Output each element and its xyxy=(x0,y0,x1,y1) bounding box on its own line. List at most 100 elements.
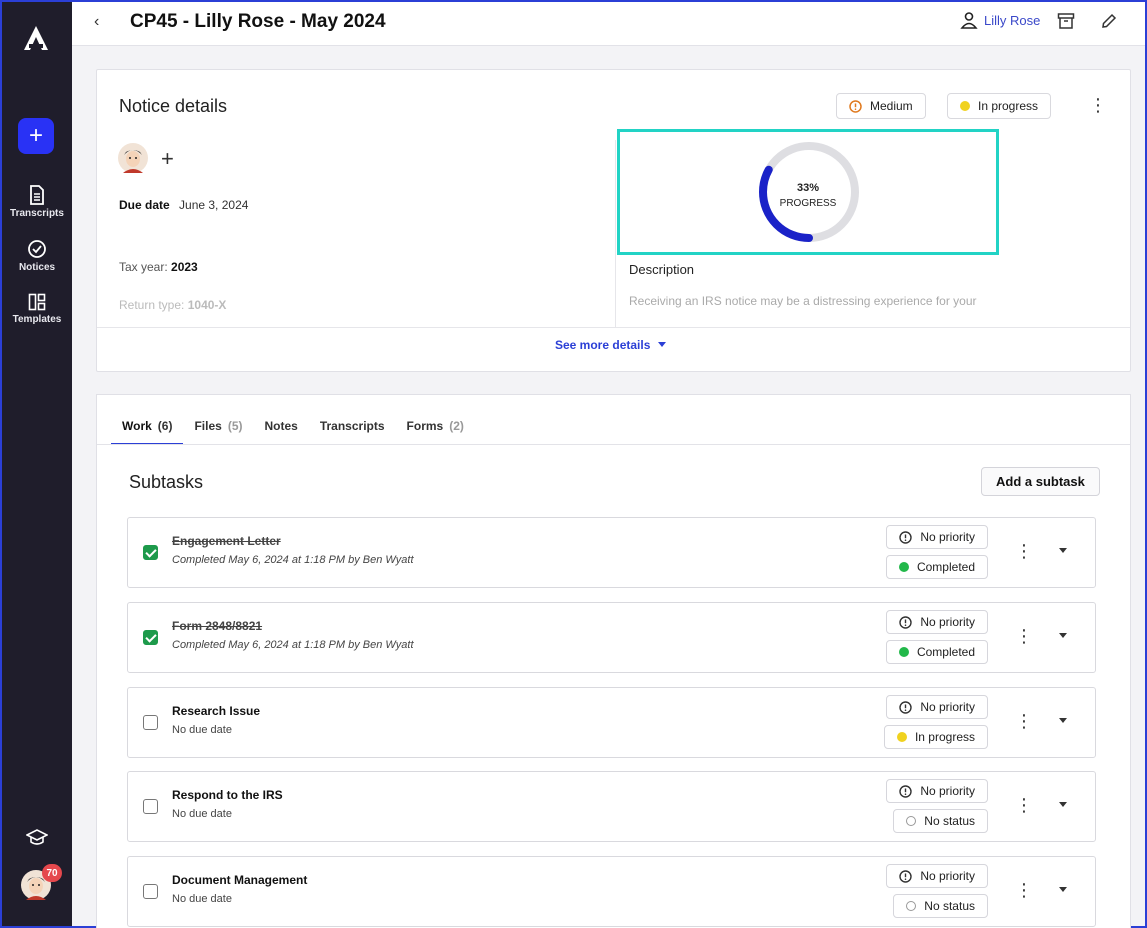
tab-count: (2) xyxy=(449,419,464,433)
tab-label: Files xyxy=(194,419,222,433)
subtask-row[interactable]: Document Management No due date No prior… xyxy=(127,856,1096,927)
sidebar-item-notices[interactable]: Notices xyxy=(2,239,72,273)
tab-label: Forms xyxy=(406,419,444,433)
return-type-value: 1040-X xyxy=(187,298,227,312)
tab-files[interactable]: Files (5) xyxy=(183,419,253,445)
due-date-label: Due date xyxy=(119,198,170,212)
empty-status-dot-icon xyxy=(906,901,917,911)
subtask-checkbox[interactable] xyxy=(143,545,158,560)
subtask-status-pill[interactable]: Completed xyxy=(885,555,988,579)
work-card: Work (6) Files (5) Notes Transcripts Forms… xyxy=(96,394,1131,928)
sidebar-item-label: Templates xyxy=(12,314,62,325)
assignee-avatar[interactable] xyxy=(118,143,148,173)
more-options-icon[interactable]: ⋮ xyxy=(1089,96,1107,114)
subtask-status-pill[interactable]: No status xyxy=(893,809,988,833)
tabs-divider xyxy=(97,444,1130,445)
empty-status-dot-icon xyxy=(906,816,917,826)
notice-details-card: Notice details Medium In progress ⋮ + Du… xyxy=(96,69,1131,372)
subtask-priority-pill[interactable]: No priority xyxy=(886,864,988,888)
subtask-due-date: No due date xyxy=(172,893,232,905)
divider xyxy=(97,327,1130,328)
priority-icon xyxy=(899,784,913,798)
more-options-icon[interactable]: ⋮ xyxy=(1015,542,1033,560)
priority-warning-icon xyxy=(849,99,862,113)
more-options-icon[interactable]: ⋮ xyxy=(1015,796,1033,814)
create-new-button[interactable]: + xyxy=(18,118,54,154)
subtask-name[interactable]: Research Issue xyxy=(172,704,260,718)
sidebar-item-templates[interactable]: Templates xyxy=(2,293,72,325)
subtask-status-pill[interactable]: Completed xyxy=(885,640,988,664)
priority-label: No priority xyxy=(920,869,975,883)
app-logo[interactable] xyxy=(22,24,50,52)
subtask-status-pill[interactable]: No status xyxy=(893,894,988,918)
subtask-status-pill[interactable]: In progress xyxy=(883,725,988,749)
subtask-checkbox[interactable] xyxy=(143,715,158,730)
tax-year-row: Tax year: 2023 xyxy=(119,260,198,274)
status-label: No status xyxy=(924,899,975,913)
person-icon xyxy=(960,12,978,29)
subtask-row[interactable]: Form 2848/8821 Completed May 6, 2024 at … xyxy=(127,602,1096,673)
return-type-row: Return type: 1040-X xyxy=(119,298,226,312)
subtask-row[interactable]: Engagement Letter Completed May 6, 2024 … xyxy=(127,517,1096,588)
column-divider xyxy=(615,140,616,328)
subtask-name[interactable]: Respond to the IRS xyxy=(172,788,283,802)
sidebar-item-label: Transcripts xyxy=(10,208,64,219)
back-button[interactable]: ‹ xyxy=(94,13,99,31)
status-label: Completed xyxy=(916,645,975,659)
subtask-name[interactable]: Document Management xyxy=(172,873,307,887)
pencil-icon[interactable] xyxy=(1100,12,1118,30)
tab-label: Notes xyxy=(264,419,298,433)
archive-icon[interactable] xyxy=(1057,12,1075,30)
priority-icon xyxy=(899,700,913,714)
expand-caret-icon[interactable] xyxy=(1059,548,1067,553)
tab-transcripts[interactable]: Transcripts xyxy=(309,419,396,445)
subtask-priority-pill[interactable]: No priority xyxy=(886,525,988,549)
graduation-cap-icon[interactable] xyxy=(26,828,48,848)
assignee-link[interactable]: Lilly Rose xyxy=(960,11,1040,29)
subtask-row[interactable]: Research Issue No due date No priority I… xyxy=(127,687,1096,758)
caret-down-icon xyxy=(658,342,667,347)
see-more-label: See more details xyxy=(555,338,651,352)
subtask-priority-pill[interactable]: No priority xyxy=(886,779,988,803)
subtask-checkbox[interactable] xyxy=(143,630,158,645)
expand-caret-icon[interactable] xyxy=(1059,887,1067,892)
expand-caret-icon[interactable] xyxy=(1059,802,1067,807)
subtask-name[interactable]: Form 2848/8821 xyxy=(172,619,262,633)
page-title: CP45 - Lilly Rose - May 2024 xyxy=(130,11,386,32)
tab-forms[interactable]: Forms (2) xyxy=(396,419,475,445)
status-dot-icon xyxy=(898,647,909,657)
expand-caret-icon[interactable] xyxy=(1059,718,1067,723)
see-more-details-button[interactable]: See more details xyxy=(555,338,667,352)
more-options-icon[interactable]: ⋮ xyxy=(1015,712,1033,730)
due-date-value[interactable]: June 3, 2024 xyxy=(179,198,248,212)
subtask-row[interactable]: Respond to the IRS No due date No priori… xyxy=(127,771,1096,842)
subtask-checkbox[interactable] xyxy=(143,884,158,899)
add-assignee-button[interactable]: + xyxy=(161,146,174,172)
more-options-icon[interactable]: ⋮ xyxy=(1015,881,1033,899)
description-title: Description xyxy=(629,262,695,277)
status-pill[interactable]: In progress xyxy=(947,93,1052,119)
notification-badge: 70 xyxy=(42,864,62,882)
priority-icon xyxy=(899,615,913,629)
subtask-priority-pill[interactable]: No priority xyxy=(886,610,988,634)
priority-pill[interactable]: Medium xyxy=(836,93,926,119)
status-dot-icon xyxy=(960,101,970,111)
tab-label: Transcripts xyxy=(319,419,385,433)
assignee-name: Lilly Rose xyxy=(984,12,1041,28)
subtask-priority-pill[interactable]: No priority xyxy=(886,695,988,719)
subtask-checkbox[interactable] xyxy=(143,799,158,814)
sidebar-item-label: Notices xyxy=(18,262,56,273)
tab-notes[interactable]: Notes xyxy=(254,419,309,445)
expand-caret-icon[interactable] xyxy=(1059,633,1067,638)
more-options-icon[interactable]: ⋮ xyxy=(1015,627,1033,645)
progress-label: PROGRESS xyxy=(779,198,837,209)
check-circle-icon xyxy=(28,240,46,258)
progress-percent: 33% xyxy=(796,182,820,194)
sidebar-item-transcripts[interactable]: Transcripts xyxy=(2,185,72,219)
top-header: ‹ CP45 - Lilly Rose - May 2024 Lilly Ros… xyxy=(72,2,1145,46)
sidebar: + Transcripts Notices Templates 70 xyxy=(2,2,72,926)
subtask-name[interactable]: Engagement Letter xyxy=(172,534,281,548)
add-subtask-button[interactable]: Add a subtask xyxy=(981,467,1100,496)
priority-icon xyxy=(899,869,913,883)
tab-work[interactable]: Work (6) xyxy=(111,419,184,445)
